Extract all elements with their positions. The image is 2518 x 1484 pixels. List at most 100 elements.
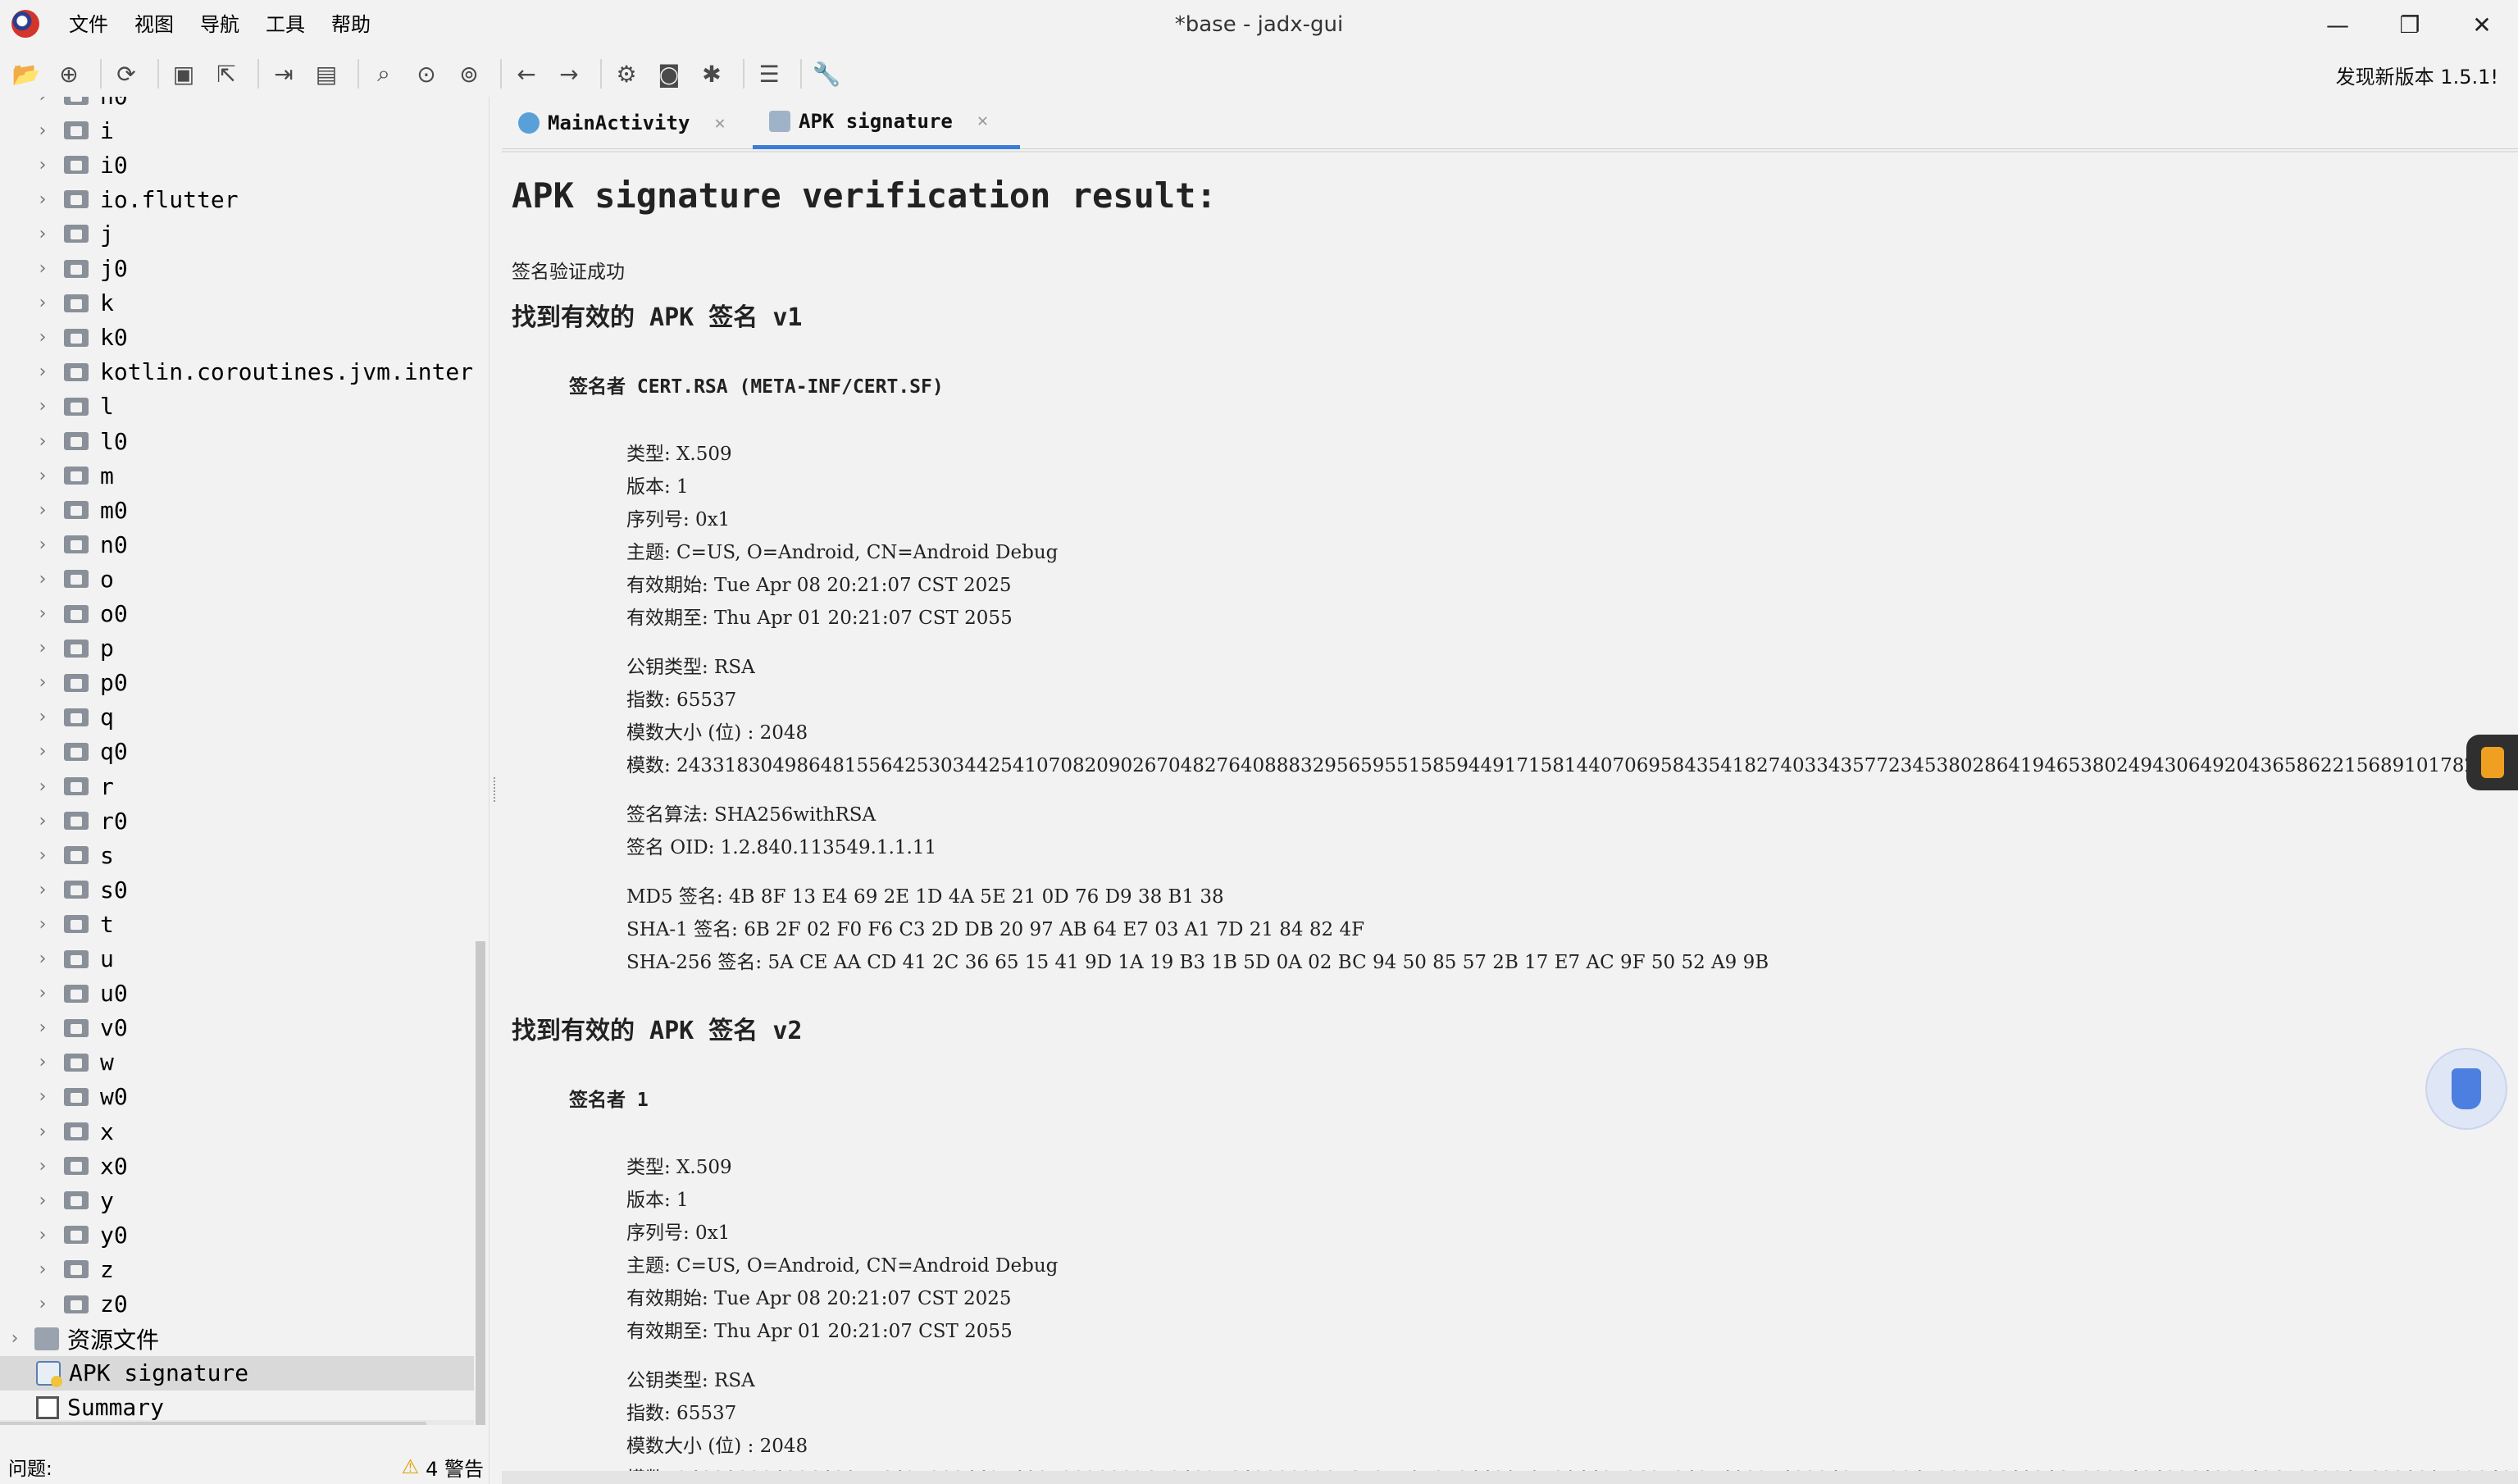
chevron-right-icon[interactable]: › (34, 1086, 51, 1107)
floating-sidebar-button[interactable] (2466, 735, 2518, 790)
tree-package-node[interactable]: › v0 (0, 1011, 474, 1045)
tree-package-node[interactable]: › m0 (0, 493, 474, 527)
floating-assistant-button[interactable] (2425, 1048, 2507, 1130)
tree-package-node[interactable]: › u0 (0, 976, 474, 1011)
folder-open-icon[interactable]: 📂 (8, 56, 44, 92)
chevron-right-icon[interactable]: › (34, 1052, 51, 1072)
tree-package-node[interactable]: › r (0, 769, 474, 803)
tab-apk-signature[interactable]: APK signature ✕ (753, 97, 1020, 149)
chevron-right-icon[interactable]: › (34, 914, 51, 935)
chevron-right-icon[interactable]: › (34, 569, 51, 590)
divider-grip[interactable] (494, 777, 497, 802)
find-class-icon[interactable]: ⊙ (408, 56, 444, 92)
chevron-right-icon[interactable]: › (34, 1017, 51, 1038)
tree-package-node[interactable]: › m (0, 458, 474, 493)
tree-package-node[interactable]: › o0 (0, 597, 474, 631)
chevron-right-icon[interactable]: › (34, 1294, 51, 1314)
chevron-right-icon[interactable]: › (34, 258, 51, 279)
chevron-right-icon[interactable]: › (34, 776, 51, 797)
tree-package-node[interactable]: › x (0, 1114, 474, 1149)
close-icon[interactable]: ✕ (977, 111, 988, 131)
tree-package-node[interactable]: › y0 (0, 1218, 474, 1252)
chevron-right-icon[interactable]: › (34, 672, 51, 693)
chevron-right-icon[interactable]: › (34, 155, 51, 175)
chevron-right-icon[interactable]: › (34, 983, 51, 1004)
tab-mainactivity[interactable]: MainActivity ✕ (518, 97, 726, 149)
chevron-right-icon[interactable]: › (34, 949, 51, 969)
settings-icon[interactable]: 🔧 (808, 56, 845, 92)
chevron-right-icon[interactable]: › (34, 121, 51, 141)
tree-package-node[interactable]: › q (0, 700, 474, 735)
tree-package-node[interactable]: › kotlin.coroutines.jvm.inter (0, 355, 474, 389)
menu-view[interactable]: 视图 (121, 8, 187, 41)
content-horizontal-scrollbar[interactable] (502, 1471, 2518, 1484)
chevron-right-icon[interactable]: › (34, 224, 51, 244)
tree-package-node[interactable]: › u (0, 942, 474, 976)
chevron-right-icon[interactable]: › (34, 97, 51, 107)
chevron-right-icon[interactable]: › (34, 1225, 51, 1245)
chevron-right-icon[interactable]: › (34, 535, 51, 555)
tree-package-node[interactable]: › w (0, 1045, 474, 1080)
update-notice[interactable]: 发现新版本 1.5.1! (2336, 61, 2498, 89)
tree-package-node[interactable]: › z0 (0, 1287, 474, 1322)
tree-package-node[interactable]: › l0 (0, 424, 474, 458)
find-usage-icon[interactable]: ⊚ (451, 56, 487, 92)
tree-package-node[interactable]: › p (0, 631, 474, 666)
tree-package-node[interactable]: › w0 (0, 1080, 474, 1114)
tree-horizontal-scrollbar[interactable] (0, 1420, 474, 1425)
chevron-right-icon[interactable]: › (34, 1259, 51, 1280)
chevron-right-icon[interactable]: › (34, 707, 51, 727)
scrollbar-thumb[interactable] (0, 1422, 426, 1425)
chevron-right-icon[interactable]: › (34, 811, 51, 831)
save-icon[interactable]: ▣ (166, 56, 202, 92)
chevron-right-icon[interactable]: › (34, 466, 51, 486)
tree-package-node[interactable]: › k (0, 286, 474, 321)
debug-icon[interactable]: ✱ (694, 56, 730, 92)
deobfuscate-icon[interactable]: ⚙ (608, 56, 644, 92)
sync-icon[interactable]: ⟳ (108, 56, 144, 92)
tree-package-node[interactable]: › n0 (0, 527, 474, 562)
tree-package-node[interactable]: › j (0, 216, 474, 251)
tree-package-node[interactable]: › k0 (0, 321, 474, 355)
chevron-right-icon[interactable]: › (34, 431, 51, 452)
flatten-icon[interactable]: ⇥ (266, 56, 302, 92)
menu-help[interactable]: 帮助 (318, 8, 384, 41)
chevron-right-icon[interactable]: › (34, 880, 51, 900)
close-icon[interactable]: ✕ (714, 113, 725, 134)
scrollbar-thumb[interactable] (476, 941, 485, 1425)
tree-vertical-scrollbar[interactable] (474, 97, 487, 1425)
quark-icon[interactable]: ◙ (651, 56, 687, 92)
warnings-indicator[interactable]: ⚠ 4 警告 (402, 1453, 484, 1482)
tree-package-node[interactable]: › q0 (0, 735, 474, 769)
chevron-right-icon[interactable]: › (34, 1190, 51, 1211)
tree-package-node[interactable]: › i (0, 113, 474, 148)
tree-package-node[interactable]: › x0 (0, 1149, 474, 1183)
tree-package-node[interactable]: › s (0, 838, 474, 872)
chevron-right-icon[interactable]: › (34, 500, 51, 521)
tree-node-apk-signature[interactable]: APK signature (0, 1355, 474, 1391)
tree-package-node[interactable]: › i0 (0, 148, 474, 182)
chevron-right-icon[interactable]: › (34, 362, 51, 382)
tree-package-node[interactable]: › r0 (0, 803, 474, 838)
tree-package-node[interactable]: › z (0, 1252, 474, 1286)
search-icon[interactable]: ⌕ (366, 56, 402, 92)
tree-package-node[interactable]: › y (0, 1183, 474, 1218)
forward-icon[interactable]: → (551, 56, 587, 92)
chevron-right-icon[interactable]: › (34, 327, 51, 348)
split-pane-divider[interactable] (489, 97, 500, 1484)
tree-package-node[interactable]: › p0 (0, 666, 474, 700)
back-icon[interactable]: ← (508, 56, 544, 92)
tree-package-node[interactable]: › s0 (0, 872, 474, 907)
restore-button[interactable]: ❐ (2374, 0, 2446, 49)
tree-package-node[interactable]: › io.flutter (0, 182, 474, 216)
tree-package-node[interactable]: › l (0, 389, 474, 424)
chevron-right-icon[interactable]: › (34, 845, 51, 866)
tree-package-node[interactable]: › t (0, 907, 474, 941)
menu-navigate[interactable]: 导航 (187, 8, 253, 41)
chevron-right-icon[interactable]: › (34, 396, 51, 417)
minimize-button[interactable]: — (2302, 0, 2374, 49)
tree-node-resources[interactable]: › 资源文件 (0, 1322, 474, 1356)
tree-package-node[interactable]: › h0 (0, 97, 474, 113)
close-button[interactable]: ✕ (2446, 0, 2518, 49)
tree-package-node[interactable]: › o (0, 562, 474, 596)
